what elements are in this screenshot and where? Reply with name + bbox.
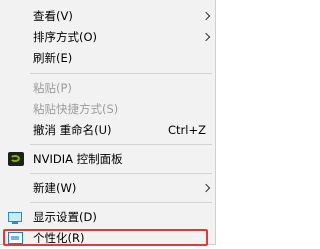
menu-item-label: 粘贴(P) [33, 81, 72, 95]
menu-item-label: 个性化(R) [33, 231, 85, 245]
menu-item-label: 新建(W) [33, 181, 77, 195]
menu-item-paste-shortcut: 粘贴快捷方式(S) [0, 99, 215, 120]
menu-item-undo-rename[interactable]: 撤消 重命名(U) Ctrl+Z [0, 120, 215, 141]
menu-separator [30, 202, 212, 203]
menu-item-label: NVIDIA 控制面板 [33, 152, 123, 166]
menu-item-label: 刷新(E) [33, 51, 73, 65]
menu-item-label: 撤消 重命名(U) [33, 123, 112, 137]
menu-item-label: 排序方式(O) [33, 30, 98, 44]
menu-item-view[interactable]: 查看(V) [0, 6, 215, 27]
menu-separator [30, 73, 212, 74]
personalize-icon [8, 232, 23, 244]
menu-item-nvidia-control-panel[interactable]: NVIDIA 控制面板 [0, 149, 215, 170]
menu-item-label: 显示设置(D) [33, 210, 97, 224]
menu-item-label: 查看(V) [33, 9, 73, 23]
menu-item-sort-by[interactable]: 排序方式(O) [0, 27, 215, 48]
menu-separator [30, 173, 212, 174]
menu-item-refresh[interactable]: 刷新(E) [0, 48, 215, 69]
menu-item-new[interactable]: 新建(W) [0, 178, 215, 199]
menu-item-display-settings[interactable]: 显示设置(D) [0, 207, 215, 228]
menu-item-shortcut: Ctrl+Z [168, 123, 206, 137]
display-icon [8, 212, 22, 224]
menu-item-personalize[interactable]: 个性化(R) [0, 228, 215, 249]
menu-item-paste: 粘贴(P) [0, 78, 215, 99]
chevron-right-icon [201, 11, 211, 21]
chevron-right-icon [201, 32, 211, 42]
chevron-right-icon [201, 183, 211, 193]
menu-item-label: 粘贴快捷方式(S) [33, 102, 119, 116]
nvidia-icon [8, 152, 24, 166]
menu-separator [30, 144, 212, 145]
desktop-context-menu: 查看(V) 排序方式(O) 刷新(E) 粘贴(P) 粘贴快捷方式(S) 撤消 重… [0, 0, 216, 246]
